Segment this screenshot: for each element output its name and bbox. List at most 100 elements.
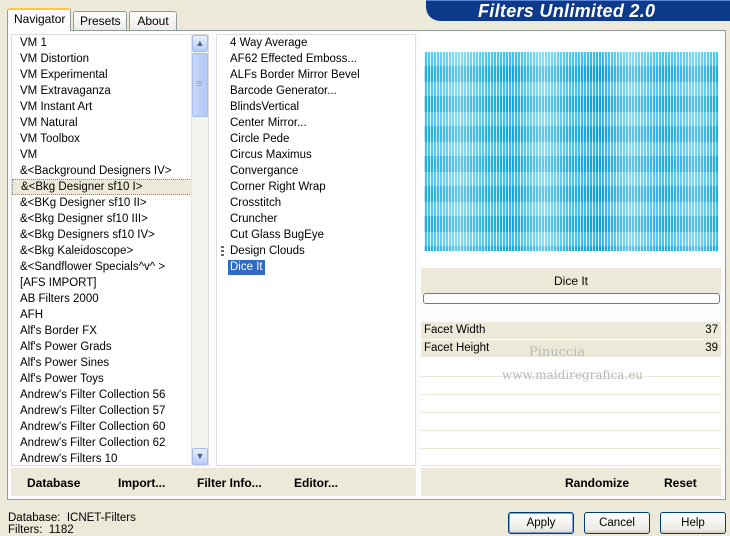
category-item[interactable]: &<BKg Designer sf10 II> — [12, 195, 208, 211]
scroll-thumb[interactable] — [192, 53, 208, 117]
filter-item-label: BlindsVertical — [230, 101, 300, 113]
filter-item-label: Circle Pede — [230, 133, 290, 145]
category-item[interactable]: [AFS IMPORT] — [12, 275, 208, 291]
category-scrollbar[interactable]: ▲ ▼ — [191, 35, 208, 465]
watermark: Pinuccia www.maidiregrafica.eu — [502, 342, 644, 386]
category-item[interactable]: &<Background Designers IV> — [12, 163, 208, 179]
tab-presets[interactable]: Presets — [73, 11, 127, 30]
status-database-value: ICNET-Filters — [66, 512, 136, 524]
window-title: Filters Unlimited 2.0 — [478, 1, 656, 21]
category-item[interactable]: VM Toolbox — [12, 131, 208, 147]
filter-item[interactable]: Cruncher — [217, 211, 415, 227]
status-filters-value: 1182 — [48, 524, 74, 536]
category-item[interactable]: Andrew's Filter Collection 56 — [12, 387, 208, 403]
filter-item[interactable]: Dice It — [217, 259, 415, 275]
param-label: Facet Width — [424, 324, 486, 336]
category-item[interactable]: Alf's Power Grads — [12, 339, 208, 355]
divider — [421, 412, 721, 413]
database-button[interactable]: Database — [27, 476, 80, 490]
right-button-bar: Randomize Reset — [421, 468, 721, 496]
category-item[interactable]: Alf's Power Sines — [12, 355, 208, 371]
category-item[interactable]: VM Extravaganza — [12, 83, 208, 99]
filter-item-label: Cut Glass BugEye — [230, 229, 324, 241]
filter-item[interactable]: Center Mirror... — [217, 115, 415, 131]
filter-item-label: Crosstitch — [230, 197, 282, 209]
filter-list[interactable]: 4 Way Average AF62 Effected Emboss... ALFs… — [216, 34, 416, 466]
category-item[interactable]: &<Bkg Kaleidoscope> — [12, 243, 208, 259]
category-item[interactable]: VM 1 — [12, 35, 208, 51]
filter-item[interactable]: 4 Way Average — [217, 35, 415, 51]
category-item[interactable]: Andrew's Filters 10 — [12, 451, 208, 465]
category-item[interactable]: AB Filters 2000 — [12, 291, 208, 307]
scroll-up-icon[interactable]: ▲ — [192, 35, 208, 52]
filter-item[interactable]: AF62 Effected Emboss... — [217, 51, 415, 67]
category-item[interactable]: Alf's Power Toys — [12, 371, 208, 387]
filter-info-button[interactable]: Filter Info... — [197, 476, 262, 490]
filter-item-label: Barcode Generator... — [230, 85, 337, 97]
status-database: Database: ICNET-Filters — [8, 512, 136, 524]
scroll-down-icon[interactable]: ▼ — [192, 448, 208, 465]
filter-item[interactable]: Design Clouds — [217, 243, 415, 259]
help-button[interactable]: Help — [660, 512, 726, 534]
editor-button[interactable]: Editor... — [294, 476, 338, 490]
filter-item[interactable]: Crosstitch — [217, 195, 415, 211]
category-list[interactable]: VM 1 VM Distortion VM Experimental VM Extra… — [11, 34, 209, 466]
preview-frame — [421, 34, 721, 266]
filter-item[interactable]: Barcode Generator... — [217, 83, 415, 99]
status-filters: Filters: 1182 — [8, 524, 74, 536]
progress-bar — [423, 293, 720, 304]
apply-button[interactable]: Apply — [508, 512, 574, 534]
param-value: 39 — [705, 342, 718, 354]
left-button-bar: Database Import... Filter Info... Editor… — [11, 468, 416, 496]
param-label: Facet Height — [424, 342, 490, 354]
divider — [421, 430, 721, 431]
tab-about[interactable]: About — [129, 11, 177, 30]
filter-item[interactable]: ALFs Border Mirror Bevel — [217, 67, 415, 83]
filter-item[interactable]: BlindsVertical — [217, 99, 415, 115]
divider — [421, 448, 721, 449]
divider — [421, 465, 721, 466]
import-button[interactable]: Import... — [118, 476, 165, 490]
category-item[interactable]: Andrew's Filter Collection 60 — [12, 419, 208, 435]
category-item[interactable]: VM — [12, 147, 208, 163]
param-row-facet-width[interactable]: Facet Width 37 — [421, 322, 721, 340]
filter-item[interactable]: Circle Pede — [217, 131, 415, 147]
filter-name-label: Dice It — [421, 268, 721, 294]
cancel-button[interactable]: Cancel — [584, 512, 650, 534]
status-database-label: Database: — [8, 512, 61, 524]
category-item[interactable]: AFH — [12, 307, 208, 323]
category-item[interactable]: &<Bkg Designer sf10 I> — [12, 179, 208, 195]
category-item[interactable]: &<Bkg Designer sf10 III> — [12, 211, 208, 227]
category-item[interactable]: Andrew's Filter Collection 62 — [12, 435, 208, 451]
category-item[interactable]: VM Experimental — [12, 67, 208, 83]
watermark-name: Pinuccia — [528, 345, 586, 360]
category-item[interactable]: VM Distortion — [12, 51, 208, 67]
filter-item-label: ALFs Border Mirror Bevel — [230, 69, 360, 81]
category-item[interactable]: &<Bkg Designers sf10 IV> — [12, 227, 208, 243]
filter-item[interactable]: Cut Glass BugEye — [217, 227, 415, 243]
filter-item[interactable]: Circus Maximus — [217, 147, 415, 163]
filter-item-label: AF62 Effected Emboss... — [230, 53, 357, 65]
category-item[interactable]: VM Instant Art — [12, 99, 208, 115]
filter-item-label: Circus Maximus — [230, 149, 312, 161]
status-filters-label: Filters: — [8, 524, 43, 536]
reset-button[interactable]: Reset — [664, 476, 697, 490]
param-value: 37 — [705, 324, 718, 336]
category-item[interactable]: Alf's Border FX — [12, 323, 208, 339]
tab-navigator[interactable]: Navigator — [7, 8, 71, 31]
watermark-url: www.maidiregrafica.eu — [502, 368, 644, 382]
filter-item-label: 4 Way Average — [230, 37, 308, 49]
filter-item-label: Cruncher — [230, 213, 278, 225]
filter-item-label: Center Mirror... — [230, 117, 307, 129]
drag-handle-icon — [221, 246, 224, 256]
filter-item[interactable]: Corner Right Wrap — [217, 179, 415, 195]
filter-item-label: Dice It — [228, 260, 265, 275]
title-banner: Filters Unlimited 2.0 — [426, 0, 730, 21]
randomize-button[interactable]: Randomize — [565, 476, 629, 490]
filter-item-label: Corner Right Wrap — [230, 181, 326, 193]
filter-item[interactable]: Convergance — [217, 163, 415, 179]
filter-item-label: Design Clouds — [230, 245, 305, 257]
category-item[interactable]: Andrew's Filter Collection 57 — [12, 403, 208, 419]
category-item[interactable]: &<Sandflower Specials^v^ > — [12, 259, 208, 275]
category-item[interactable]: VM Natural — [12, 115, 208, 131]
